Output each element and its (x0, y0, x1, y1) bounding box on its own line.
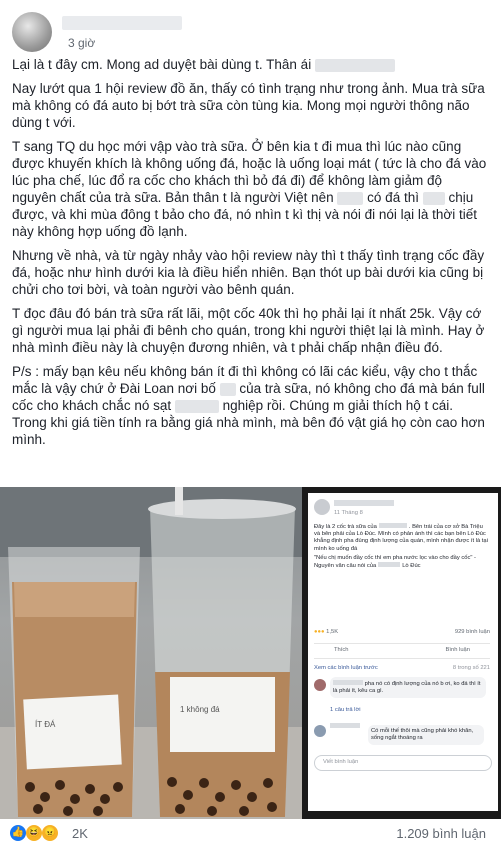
post-media[interactable]: ÍT ĐÁ 1 không đá 11 Tháng 8 Đây là 2 cốc… (0, 487, 501, 819)
post-header: 3 giờ (10, 8, 490, 52)
cup-label-left: ÍT ĐÁ (35, 720, 56, 729)
screenshot-comment: Có mỗi thế thôi mà cũng phải khó khăn, s… (368, 725, 484, 746)
screenshot-date: 11 Tháng 8 (334, 510, 363, 516)
screenshot-image[interactable]: 11 Tháng 8 Đây là 2 cốc trà sữa của. Bên… (302, 487, 501, 819)
screenshot-reply: 1 câu trả lời (330, 707, 361, 713)
cup-label-right: 1 không đá (180, 705, 220, 714)
redacted-text (422, 191, 445, 205)
comment-count[interactable]: 1.209 bình luận (396, 826, 486, 841)
paragraph: Lại là t đây cm. Mong ad duyệt bài dùng … (12, 56, 490, 73)
redacted-text (337, 191, 364, 205)
screenshot-prev-comments: Xem các bình luận trước 8 trong số 221 (314, 665, 490, 671)
haha-reaction-icon[interactable]: 😆 (26, 825, 42, 841)
screenshot-reaction-bar: ●●● 1,5K 929 bình luận (314, 629, 490, 635)
screenshot-write-comment: Viết bình luận (314, 755, 492, 771)
redacted-text (314, 58, 395, 72)
paragraph: Nay lướt qua 1 hội review đồ ăn, thấy có… (12, 81, 485, 130)
redacted-text (219, 382, 236, 396)
avatar[interactable] (12, 12, 52, 52)
avatar (314, 499, 330, 515)
avatar (314, 679, 326, 691)
post-footer: 👍 😆 😠 2K 1.209 bình luận (10, 822, 490, 844)
like-reaction-icon[interactable]: 👍 (10, 825, 26, 841)
screenshot-comment: pha nó có định lượng của nó b ơi, ko đá … (330, 677, 486, 699)
paragraph: T sang TQ du học mới vập vào trà sữa. Ở … (12, 139, 487, 239)
screenshot-post-card: 11 Tháng 8 Đây là 2 cốc trà sữa của. Bên… (308, 493, 498, 811)
author-name-redacted[interactable] (62, 16, 182, 30)
milk-tea-photo[interactable]: ÍT ĐÁ 1 không đá (0, 487, 302, 819)
redacted-name (330, 723, 360, 728)
paragraph: Nhưng về nhà, và từ ngày nhảy vào hội re… (12, 248, 485, 297)
screenshot-post-text: Đây là 2 cốc trà sữa của. Bên trái của c… (314, 523, 488, 570)
screenshot-actions: Thích Bình luận (314, 643, 490, 659)
redacted-text (174, 399, 219, 413)
post-time[interactable]: 3 giờ (68, 36, 95, 50)
redacted-name (334, 500, 394, 506)
post-body: Lại là t đây cm. Mong ad duyệt bài dùng … (12, 56, 490, 455)
paragraph: P/s : mấy bạn kêu nếu không bán ít đi th… (12, 364, 485, 447)
paragraph: T đọc đâu đó bán trà sữa rất lãi, một cố… (12, 306, 485, 355)
angry-reaction-icon[interactable]: 😠 (42, 825, 58, 841)
avatar (314, 725, 326, 737)
reaction-count[interactable]: 2K (72, 826, 88, 841)
milk-tea-cups-illustration: ÍT ĐÁ 1 không đá (0, 487, 302, 819)
